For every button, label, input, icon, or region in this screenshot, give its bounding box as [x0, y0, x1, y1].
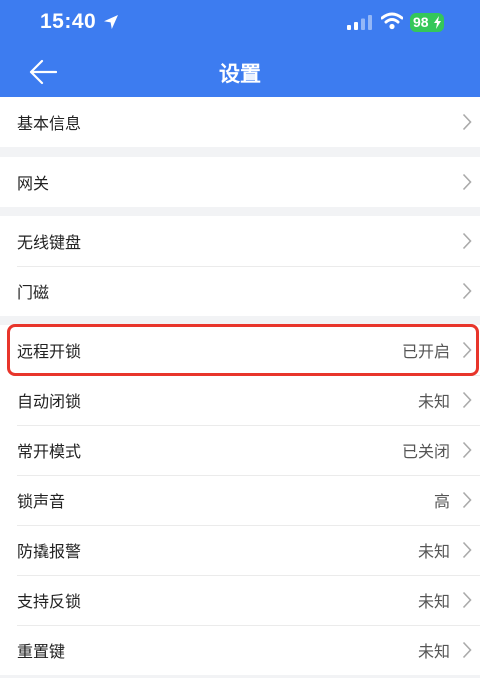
- row-value: 未知: [417, 542, 450, 561]
- wifi-icon: [381, 12, 403, 30]
- charging-bolt-icon: [434, 16, 441, 29]
- chevron-right-icon: [462, 641, 472, 659]
- row-value: 未知: [417, 392, 450, 411]
- settings-group-basic: 基本信息: [0, 97, 480, 147]
- chevron-right-icon: [462, 232, 472, 250]
- settings-group-lock: 远程开锁 已开启 自动闭锁 未知 常开模式 已关闭 锁声音 高 防撬报警 未知 …: [0, 325, 480, 675]
- chevron-right-icon: [462, 441, 472, 459]
- status-time: 15:40: [40, 10, 97, 33]
- status-bar: 15:40 98: [0, 0, 480, 44]
- settings-row-gateway[interactable]: 网关: [0, 157, 480, 207]
- chevron-right-icon: [462, 391, 472, 409]
- row-label: 无线键盘: [17, 233, 82, 252]
- settings-group-gateway: 网关: [0, 157, 480, 207]
- row-value: 已开启: [401, 342, 450, 361]
- chevron-right-icon: [462, 491, 472, 509]
- row-label: 网关: [17, 174, 50, 193]
- row-value: 未知: [417, 642, 450, 661]
- settings-row-wireless-keypad[interactable]: 无线键盘: [0, 216, 480, 266]
- chevron-right-icon: [462, 173, 472, 191]
- settings-row-basic-info[interactable]: 基本信息: [0, 97, 480, 147]
- row-label: 防撬报警: [17, 542, 82, 561]
- battery-level: 98: [413, 14, 429, 30]
- row-label: 远程开锁: [17, 342, 82, 361]
- row-value: 未知: [417, 592, 450, 611]
- row-label: 常开模式: [17, 442, 82, 461]
- settings-row-remote-unlock[interactable]: 远程开锁 已开启: [0, 325, 480, 375]
- cellular-signal-icon: [347, 15, 372, 30]
- row-label: 基本信息: [17, 114, 82, 133]
- settings-row-double-lock[interactable]: 支持反锁 未知: [0, 575, 480, 625]
- row-label: 支持反锁: [17, 592, 82, 611]
- settings-group-accessories: 无线键盘 门磁: [0, 216, 480, 316]
- chevron-right-icon: [462, 341, 472, 359]
- row-value: 已关闭: [401, 442, 450, 461]
- settings-row-lock-sound[interactable]: 锁声音 高: [0, 475, 480, 525]
- settings-row-normally-open-mode[interactable]: 常开模式 已关闭: [0, 425, 480, 475]
- location-arrow-icon: [104, 15, 118, 29]
- row-value: 高: [433, 492, 450, 511]
- chevron-right-icon: [462, 591, 472, 609]
- settings-row-reset-key[interactable]: 重置键 未知: [0, 625, 480, 675]
- chevron-right-icon: [462, 541, 472, 559]
- header: 15:40 98 设置: [0, 0, 480, 97]
- page-title: 设置: [219, 62, 261, 86]
- row-label: 锁声音: [17, 492, 66, 511]
- battery-indicator: 98: [410, 13, 444, 32]
- settings-row-tamper-alarm[interactable]: 防撬报警 未知: [0, 525, 480, 575]
- settings-row-door-sensor[interactable]: 门磁: [0, 266, 480, 316]
- row-label: 自动闭锁: [17, 392, 82, 411]
- chevron-right-icon: [462, 282, 472, 300]
- row-label: 重置键: [17, 642, 66, 661]
- chevron-right-icon: [462, 113, 472, 131]
- settings-row-auto-lock[interactable]: 自动闭锁 未知: [0, 375, 480, 425]
- row-label: 门磁: [17, 283, 50, 302]
